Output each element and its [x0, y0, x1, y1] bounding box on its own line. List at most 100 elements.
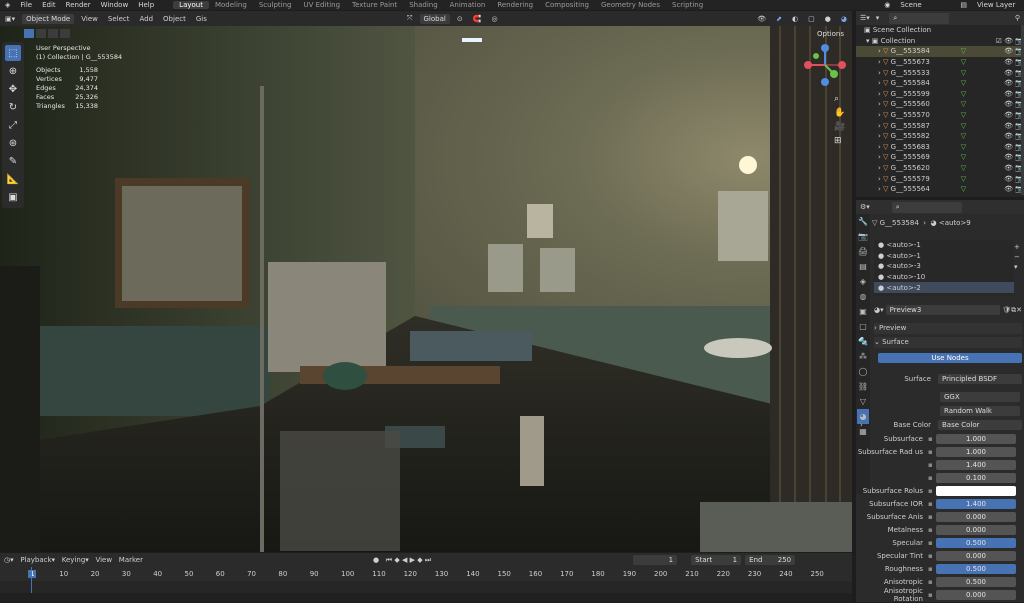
property-value-field[interactable]: 0.500 — [936, 538, 1016, 548]
options-dropdown[interactable]: Options — [817, 30, 844, 38]
menu-render[interactable]: Render — [61, 1, 96, 9]
property-value-field[interactable]: 0.500 — [936, 564, 1016, 574]
camera-view-icon[interactable]: 🎥 — [834, 120, 845, 134]
outliner-funnel-icon[interactable]: ⚲ — [1015, 14, 1020, 22]
menu-file[interactable]: File — [15, 1, 37, 9]
collapse-icon[interactable]: ▾ — [866, 37, 870, 45]
select-box-icon[interactable]: ⬚ — [5, 45, 21, 61]
eye-icon[interactable]: 👁 — [1004, 47, 1013, 55]
keyframe-dot-icon[interactable]: ▪ — [928, 461, 936, 469]
measure-icon[interactable]: 📐 — [5, 171, 21, 187]
jump-start-icon[interactable]: ⏮ — [386, 556, 392, 565]
eye-icon[interactable]: 👁 — [1004, 69, 1013, 77]
material-name-field[interactable]: Preview3 — [885, 305, 1001, 316]
tab-layout[interactable]: Layout — [173, 1, 209, 9]
outliner-item[interactable]: › ▽ G__555673 ▽ 👁 📷 — [856, 57, 1024, 68]
property-value-field[interactable]: 1.400 — [936, 460, 1016, 470]
expand-icon[interactable]: › — [878, 47, 881, 55]
scale-icon[interactable]: ⤢ — [5, 117, 21, 133]
play-reverse-icon[interactable]: ◀ — [402, 556, 407, 564]
scene-name[interactable]: Scene — [895, 1, 955, 9]
outliner-item[interactable]: › ▽ G__555569 ▽ 👁 📷 — [856, 152, 1024, 163]
expand-icon[interactable]: › — [878, 185, 881, 193]
tab-uv-editing[interactable]: UV Editing — [298, 1, 347, 9]
ortho-toggle-icon[interactable]: ⊞ — [834, 134, 845, 148]
keyframe-dot-icon[interactable]: ▪ — [928, 435, 936, 443]
expand-icon[interactable]: › — [878, 153, 881, 161]
subsurface-method-dropdown[interactable]: Random Walk — [940, 406, 1020, 416]
tab-world-icon[interactable]: ◍ — [860, 289, 867, 304]
play-icon[interactable]: ▶ — [410, 556, 415, 564]
property-value-field[interactable]: 0.000 — [936, 590, 1016, 600]
properties-type-icon[interactable]: ⚙▾ — [860, 203, 870, 211]
timeline-ruler[interactable]: 1 10 20 30 40 50 60 70 80 90 100 110 120 130 140 150 160… — [0, 567, 852, 581]
eye-icon[interactable]: 👁 — [1004, 143, 1013, 151]
transform-orientation-dropdown[interactable]: Global — [419, 13, 450, 24]
eye-icon[interactable]: 👁 — [1004, 185, 1013, 193]
keyframe-dot-icon[interactable]: ▪ — [928, 578, 936, 586]
eye-icon[interactable]: 👁 — [1004, 90, 1013, 98]
eye-icon[interactable]: 👁 — [1004, 58, 1013, 66]
property-value-field[interactable]: 1.400 — [936, 499, 1016, 509]
outliner-item[interactable]: › ▽ G__555560 ▽ 👁 📷 — [856, 99, 1024, 110]
outliner-item[interactable]: › ▽ G__555584 ▽ 👁 📷 — [856, 78, 1024, 89]
keying-menu[interactable]: Keying — [62, 556, 86, 564]
outliner-item[interactable]: › ▽ G__553584 ▽ 👁 📷 — [856, 46, 1024, 57]
expand-icon[interactable]: › — [878, 164, 881, 172]
material-slot[interactable]: ● <auto>-1 — [874, 251, 1014, 262]
tab-collection-icon[interactable]: ▣ — [859, 304, 867, 319]
eye-icon[interactable]: 👁 — [1004, 164, 1013, 172]
expand-icon[interactable]: › — [878, 90, 881, 98]
outliner-search-input[interactable]: ⌕ — [889, 12, 950, 24]
jump-end-icon[interactable]: ⏭ — [425, 556, 431, 565]
mode-dropdown[interactable]: Object Mode — [22, 13, 75, 24]
property-value-field[interactable]: 1.000 — [936, 447, 1016, 457]
tab-rendering[interactable]: Rendering — [491, 1, 539, 9]
property-value-field[interactable]: 0.500 — [936, 577, 1016, 587]
property-value-field[interactable]: 0.000 — [936, 512, 1016, 522]
eye-icon[interactable]: 👁 — [1004, 153, 1013, 161]
keyframe-dot-icon[interactable]: ▪ — [928, 552, 936, 560]
surface-panel-header[interactable]: ⌄ Surface — [874, 337, 1022, 348]
outliner-item[interactable]: › ▽ G__555599 ▽ 👁 📷 — [856, 89, 1024, 100]
keyframe-dot-icon[interactable]: ▪ — [928, 526, 936, 534]
start-frame-field[interactable]: Start 1 — [691, 555, 742, 565]
keyframe-dot-icon[interactable]: ▪ — [928, 500, 936, 508]
transform-icon[interactable]: ⊛ — [5, 135, 21, 151]
tab-view-layer-icon[interactable]: ▤ — [859, 259, 867, 274]
3d-viewport[interactable] — [0, 26, 852, 552]
current-frame-field[interactable]: 1 — [633, 555, 678, 565]
unlink-material-icon[interactable]: ✕ — [1016, 306, 1022, 314]
preview-panel-header[interactable]: › Preview — [874, 323, 1022, 334]
keyframe-dot-icon[interactable]: ▪ — [928, 448, 936, 456]
outliner-item[interactable]: › ▽ G__555683 ▽ 👁 📷 — [856, 142, 1024, 153]
tab-shading[interactable]: Shading — [403, 1, 443, 9]
menu-view[interactable]: View — [76, 15, 103, 23]
keyframe-dot-icon[interactable]: ▪ — [928, 565, 936, 573]
outliner-item[interactable]: › ▽ G__555579 ▽ 👁 📷 — [856, 173, 1024, 184]
outliner-filter-icon[interactable]: ▾ — [876, 14, 880, 22]
transform-orientation-icon[interactable]: ⤧ — [402, 14, 418, 23]
expand-icon[interactable]: › — [878, 132, 881, 140]
eye-icon[interactable]: 👁 — [1004, 111, 1013, 119]
playback-menu[interactable]: Playback — [20, 556, 51, 564]
tab-sculpting[interactable]: Sculpting — [253, 1, 298, 9]
outliner-item[interactable]: › ▽ G__555533 ▽ 👁 📷 — [856, 67, 1024, 78]
property-value-field[interactable]: 1.000 — [936, 434, 1016, 444]
expand-icon[interactable]: › — [878, 100, 881, 108]
select-invert-icon[interactable] — [60, 29, 70, 38]
select-extend-icon[interactable] — [36, 29, 46, 38]
checkbox-icon[interactable]: ☑ — [996, 37, 1002, 45]
keyframe-dot-icon[interactable]: ▪ — [928, 474, 936, 482]
property-value-field[interactable]: 0.000 — [936, 551, 1016, 561]
expand-icon[interactable]: › — [878, 79, 881, 87]
property-value-field[interactable] — [936, 486, 1016, 496]
outliner-item[interactable]: › ▽ G__555587 ▽ 👁 📷 — [856, 120, 1024, 131]
distribution-dropdown[interactable]: GGX — [940, 392, 1020, 402]
expand-icon[interactable]: › — [856, 421, 866, 429]
remove-slot-icon[interactable]: − — [1014, 252, 1020, 262]
tab-modifier-icon[interactable]: 🔩 — [858, 334, 868, 349]
tab-render-icon[interactable]: 📷 — [858, 229, 868, 244]
eye-icon[interactable]: 👁 — [1004, 175, 1013, 183]
visibility-icon[interactable]: 👁 — [752, 15, 771, 23]
